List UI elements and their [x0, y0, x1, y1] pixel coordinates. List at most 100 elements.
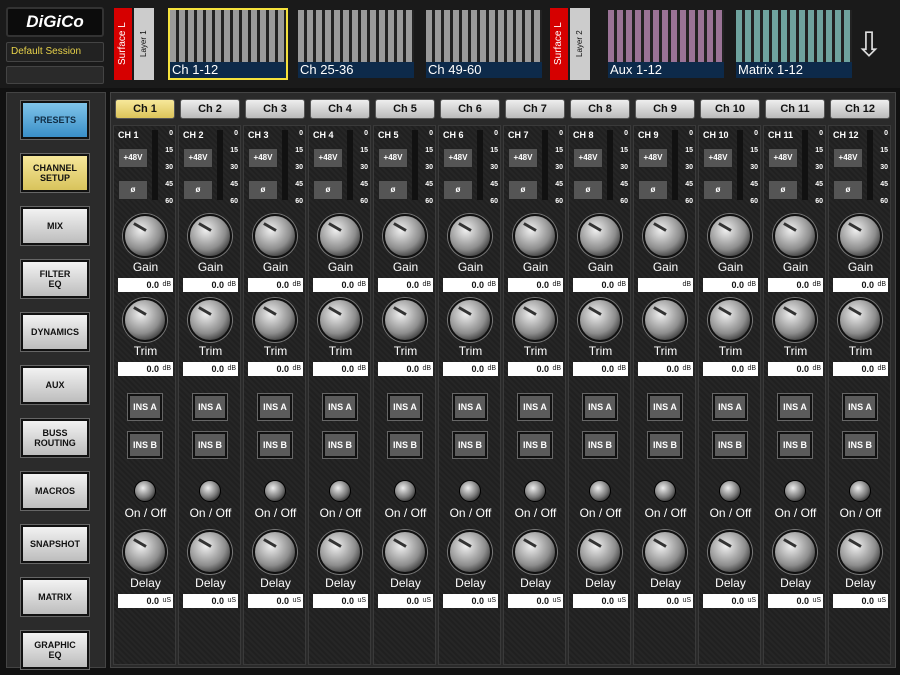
- phantom-power-button[interactable]: +48V: [638, 148, 668, 168]
- gain-readout[interactable]: 0.0 dB: [118, 278, 173, 292]
- tab-ch-1[interactable]: Ch 1: [115, 99, 175, 119]
- insert-a-button[interactable]: INS A: [128, 394, 162, 420]
- insert-a-button[interactable]: INS A: [713, 394, 747, 420]
- insert-a-button[interactable]: INS A: [843, 394, 877, 420]
- trim-readout[interactable]: 0.0 dB: [183, 362, 238, 376]
- insert-b-button[interactable]: INS B: [843, 432, 877, 458]
- phase-invert-button[interactable]: ø: [768, 180, 798, 200]
- sidebar-button-9[interactable]: SNAPSHOT: [21, 525, 89, 563]
- insert-b-button[interactable]: INS B: [713, 432, 747, 458]
- gain-readout[interactable]: 0.0 dB: [833, 278, 888, 292]
- trim-readout[interactable]: 0.0 dB: [768, 362, 823, 376]
- tab-ch-12[interactable]: Ch 12: [830, 99, 890, 119]
- phase-invert-button[interactable]: ø: [443, 180, 473, 200]
- delay-readout[interactable]: 0.0 uS: [573, 594, 628, 608]
- phase-invert-button[interactable]: ø: [378, 180, 408, 200]
- delay-knob[interactable]: [188, 530, 232, 574]
- trim-knob[interactable]: [318, 298, 362, 342]
- trim-readout[interactable]: 0.0 dB: [378, 362, 433, 376]
- session-name[interactable]: Default Session: [6, 42, 104, 62]
- gain-knob[interactable]: [318, 214, 362, 258]
- sidebar-button-5[interactable]: DYNAMICS: [21, 313, 89, 351]
- tab-ch-10[interactable]: Ch 10: [700, 99, 760, 119]
- delay-knob[interactable]: [318, 530, 362, 574]
- delay-knob[interactable]: [448, 530, 492, 574]
- insert-b-button[interactable]: INS B: [323, 432, 357, 458]
- tab-ch-7[interactable]: Ch 7: [505, 99, 565, 119]
- trim-readout[interactable]: 0.0 dB: [313, 362, 368, 376]
- trim-readout[interactable]: 0.0 dB: [443, 362, 498, 376]
- sidebar-button-8[interactable]: MACROS: [21, 472, 89, 510]
- trim-knob[interactable]: [838, 298, 882, 342]
- delay-knob[interactable]: [253, 530, 297, 574]
- bank-2[interactable]: Ch 25-36: [296, 8, 416, 80]
- phantom-power-button[interactable]: +48V: [573, 148, 603, 168]
- delay-on-off-button[interactable]: [134, 480, 156, 502]
- delay-on-off-button[interactable]: [394, 480, 416, 502]
- delay-on-off-button[interactable]: [199, 480, 221, 502]
- delay-on-off-button[interactable]: [524, 480, 546, 502]
- phantom-power-button[interactable]: +48V: [248, 148, 278, 168]
- delay-knob[interactable]: [643, 530, 687, 574]
- gain-readout[interactable]: 0.0 dB: [703, 278, 758, 292]
- phantom-power-button[interactable]: +48V: [378, 148, 408, 168]
- trim-readout[interactable]: 0.0 dB: [638, 362, 693, 376]
- gain-readout[interactable]: 0.0 dB: [378, 278, 433, 292]
- delay-readout[interactable]: 0.0 uS: [378, 594, 433, 608]
- tab-ch-6[interactable]: Ch 6: [440, 99, 500, 119]
- phase-invert-button[interactable]: ø: [313, 180, 343, 200]
- delay-knob[interactable]: [513, 530, 557, 574]
- sidebar-button-6[interactable]: AUX: [21, 366, 89, 404]
- delay-knob[interactable]: [123, 530, 167, 574]
- gain-readout[interactable]: 0.0 dB: [573, 278, 628, 292]
- gain-readout[interactable]: 0.0 dB: [313, 278, 368, 292]
- delay-on-off-button[interactable]: [784, 480, 806, 502]
- sidebar-button-3[interactable]: MIX: [21, 207, 89, 245]
- delay-knob[interactable]: [708, 530, 752, 574]
- insert-b-button[interactable]: INS B: [128, 432, 162, 458]
- insert-b-button[interactable]: INS B: [583, 432, 617, 458]
- delay-readout[interactable]: 0.0 uS: [183, 594, 238, 608]
- phantom-power-button[interactable]: +48V: [703, 148, 733, 168]
- delay-on-off-button[interactable]: [589, 480, 611, 502]
- insert-a-button[interactable]: INS A: [323, 394, 357, 420]
- trim-knob[interactable]: [253, 298, 297, 342]
- bank-4[interactable]: Aux 1-12: [606, 8, 726, 80]
- bank-3[interactable]: Ch 49-60: [424, 8, 544, 80]
- trim-knob[interactable]: [188, 298, 232, 342]
- trim-knob[interactable]: [578, 298, 622, 342]
- delay-readout[interactable]: 0.0 uS: [313, 594, 368, 608]
- gain-knob[interactable]: [253, 214, 297, 258]
- trim-readout[interactable]: 0.0 dB: [118, 362, 173, 376]
- gain-readout[interactable]: 0.0 dB: [508, 278, 563, 292]
- phase-invert-button[interactable]: ø: [833, 180, 863, 200]
- insert-b-button[interactable]: INS B: [193, 432, 227, 458]
- tab-ch-2[interactable]: Ch 2: [180, 99, 240, 119]
- delay-knob[interactable]: [383, 530, 427, 574]
- delay-readout[interactable]: 0.0 uS: [508, 594, 563, 608]
- gain-knob[interactable]: [773, 214, 817, 258]
- gain-knob[interactable]: [188, 214, 232, 258]
- delay-on-off-button[interactable]: [264, 480, 286, 502]
- gain-readout[interactable]: 0.0 dB: [248, 278, 303, 292]
- delay-knob[interactable]: [838, 530, 882, 574]
- trim-readout[interactable]: 0.0 dB: [703, 362, 758, 376]
- gain-readout[interactable]: 0.0 dB: [768, 278, 823, 292]
- insert-a-button[interactable]: INS A: [258, 394, 292, 420]
- gain-knob[interactable]: [643, 214, 687, 258]
- sidebar-button-11[interactable]: GRAPHIC EQ: [21, 631, 89, 669]
- sidebar-button-7[interactable]: BUSS ROUTING: [21, 419, 89, 457]
- bank-5[interactable]: Matrix 1-12: [734, 8, 854, 80]
- bank-1[interactable]: Ch 1-12: [168, 8, 288, 80]
- phantom-power-button[interactable]: +48V: [118, 148, 148, 168]
- delay-readout[interactable]: 0.0 uS: [768, 594, 823, 608]
- gain-knob[interactable]: [708, 214, 752, 258]
- delay-readout[interactable]: 0.0 uS: [833, 594, 888, 608]
- trim-readout[interactable]: 0.0 dB: [573, 362, 628, 376]
- phantom-power-button[interactable]: +48V: [313, 148, 343, 168]
- tab-ch-11[interactable]: Ch 11: [765, 99, 825, 119]
- insert-a-button[interactable]: INS A: [193, 394, 227, 420]
- trim-readout[interactable]: 0.0 dB: [248, 362, 303, 376]
- delay-on-off-button[interactable]: [654, 480, 676, 502]
- phase-invert-button[interactable]: ø: [508, 180, 538, 200]
